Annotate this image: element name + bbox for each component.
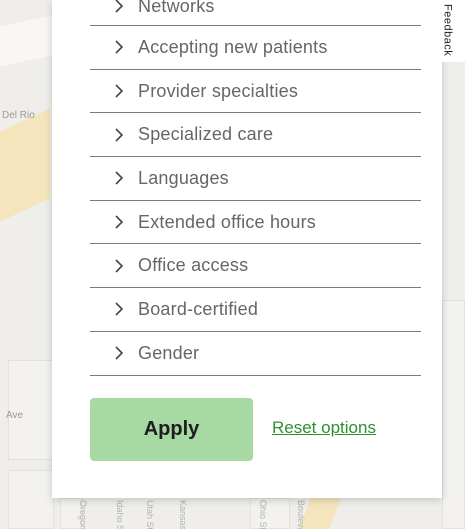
map-label: Del Rio [2, 110, 35, 121]
map-block [250, 498, 290, 529]
filter-label: Board-certified [138, 298, 259, 319]
chevron-right-icon [108, 124, 130, 146]
filter-item-networks[interactable]: Networks [90, 0, 421, 26]
chevron-right-icon [108, 36, 130, 58]
filter-label: Gender [138, 342, 200, 363]
filter-label: Provider specialties [138, 80, 299, 101]
chevron-right-icon [108, 255, 130, 277]
reset-options-link[interactable]: Reset options [272, 418, 376, 438]
chevron-right-icon [108, 342, 130, 364]
filter-label: Accepting new patients [138, 36, 328, 57]
filter-label: Networks [138, 0, 215, 16]
chevron-right-icon [108, 80, 130, 102]
map-block [442, 300, 465, 529]
filter-label: Office access [138, 255, 249, 276]
filter-item-languages[interactable]: Languages [90, 157, 421, 201]
chevron-right-icon [108, 167, 130, 189]
chevron-right-icon [108, 211, 130, 233]
filter-item-accepting-new-patients[interactable]: Accepting new patients [90, 26, 421, 70]
map-block [8, 470, 54, 529]
filter-item-specialized-care[interactable]: Specialized care [90, 113, 421, 158]
map-street-label: Oregon [78, 500, 88, 529]
filter-label: Languages [138, 167, 229, 188]
map-highway [0, 108, 50, 222]
filter-item-extended-office-hours[interactable]: Extended office hours [90, 201, 421, 245]
feedback-tab[interactable]: Feedback [430, 0, 465, 62]
map-street-label: Utah St [145, 500, 155, 529]
filter-list: Networks Accepting new patients Provider… [90, 0, 421, 376]
filter-item-board-certified[interactable]: Board-certified [90, 288, 421, 332]
map-street-label: Idaho St [115, 500, 125, 529]
filter-item-provider-specialties[interactable]: Provider specialties [90, 70, 421, 114]
filter-item-gender[interactable]: Gender [90, 332, 421, 376]
filter-item-office-access[interactable]: Office access [90, 244, 421, 289]
map-road [0, 13, 60, 67]
map-street-label: Kansas [178, 500, 188, 529]
chevron-right-icon [108, 298, 130, 320]
apply-button[interactable]: Apply [90, 398, 253, 461]
map-label: Ave [6, 410, 24, 421]
map-street-label: Boulevard [296, 500, 306, 529]
feedback-label: Feedback [441, 4, 454, 57]
chevron-right-icon [108, 0, 130, 17]
filter-panel: Networks Accepting new patients Provider… [52, 0, 442, 498]
filter-label: Specialized care [138, 124, 274, 145]
map-street-label: Ohio St [258, 500, 268, 529]
filter-label: Extended office hours [138, 211, 316, 232]
